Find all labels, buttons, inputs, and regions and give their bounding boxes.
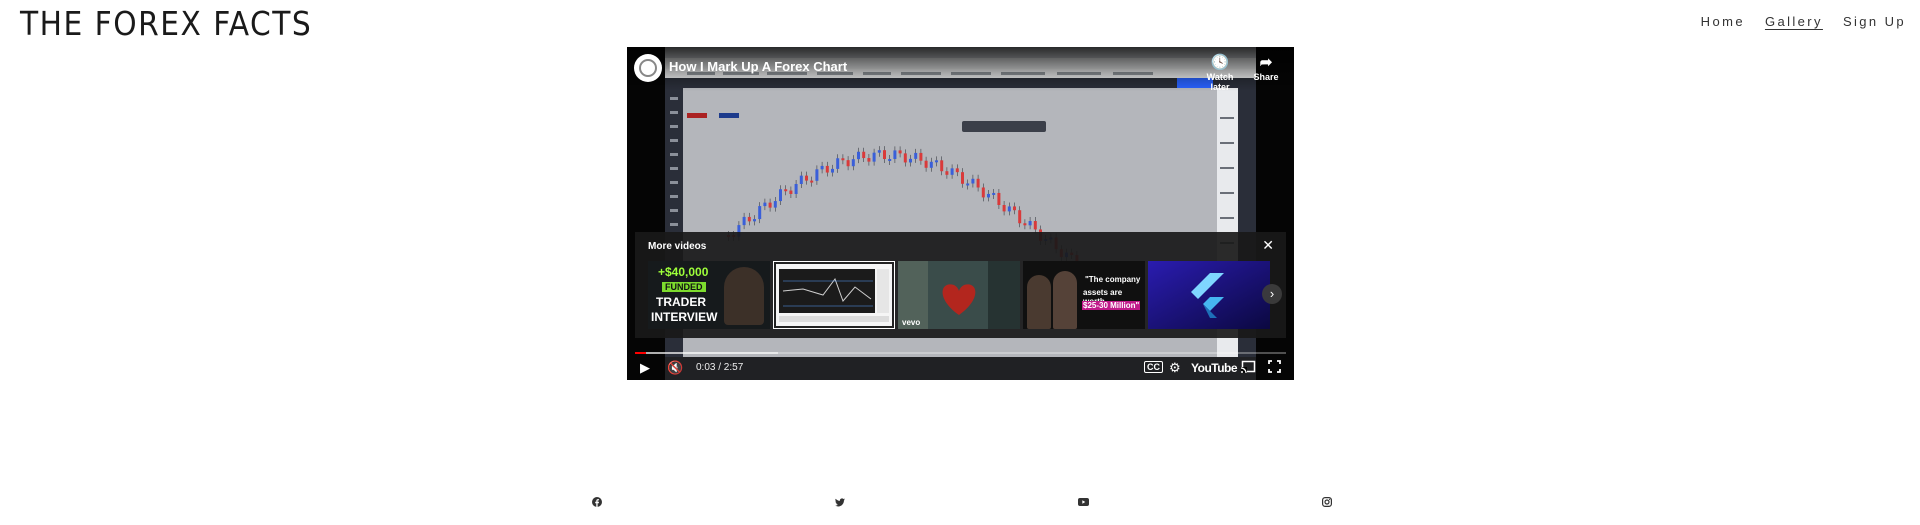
twitter-icon[interactable]	[832, 494, 848, 510]
thumbnail-text: INTERVIEW	[651, 310, 718, 324]
chart-image	[774, 262, 894, 328]
video-thumbnail[interactable]	[1148, 261, 1270, 329]
thumbnail-text: $25-30 Million"	[1082, 301, 1141, 310]
progress-played	[635, 352, 647, 354]
progress-bar[interactable]	[635, 352, 1286, 354]
video-top-bar: How I Mark Up A Forex Chart 🕓 Watch late…	[627, 47, 1294, 93]
thumbnail-text: vevo	[902, 318, 921, 327]
more-videos-title: More videos	[648, 241, 707, 252]
nav-gallery[interactable]: Gallery	[1765, 14, 1823, 29]
person-image	[1053, 271, 1077, 329]
facebook-icon[interactable]	[589, 494, 605, 510]
clock-icon: 🕓	[1210, 54, 1230, 71]
progress-buffered	[635, 352, 779, 354]
person-image	[724, 267, 764, 325]
watch-later-label: Watch later	[1206, 72, 1234, 92]
video-thumbnail[interactable]: +$40,000 FUNDED TRADER INTERVIEW	[648, 261, 770, 329]
video-thumbnail[interactable]: vevo	[898, 261, 1020, 329]
nav-sign-up[interactable]: Sign Up	[1843, 14, 1906, 29]
share-label: Share	[1253, 72, 1279, 82]
volume-muted-icon[interactable]: 🔇	[667, 360, 683, 376]
more-videos-panel: More videos ✕ +$40,000 FUNDED TRADER INT…	[635, 232, 1286, 338]
gear-icon[interactable]: ⚙	[1169, 360, 1181, 376]
site-title[interactable]: THE FOREX FACTS	[20, 4, 312, 43]
channel-avatar[interactable]	[634, 54, 662, 82]
main-nav: Home Gallery Sign Up	[1701, 14, 1906, 29]
thumbnail-text: FUNDED	[662, 282, 706, 292]
time-display: 0:03 / 2:57	[696, 362, 744, 373]
flutter-logo-image	[1148, 261, 1270, 329]
video-thumbnail[interactable]: "The company assets are worth $25-30 Mil…	[1023, 261, 1145, 329]
cc-icon[interactable]: CC	[1144, 361, 1163, 373]
person-image	[1027, 275, 1051, 329]
thumbnail-text: TRADER	[656, 295, 706, 309]
video-player[interactable]: How I Mark Up A Forex Chart 🕓 Watch late…	[627, 47, 1294, 380]
video-title[interactable]: How I Mark Up A Forex Chart	[669, 59, 847, 74]
more-videos-list: +$40,000 FUNDED TRADER INTERVIEW vevo "T…	[648, 261, 1286, 329]
cast-icon[interactable]	[1240, 360, 1256, 376]
video-thumbnail[interactable]	[773, 261, 895, 329]
chevron-right-icon[interactable]: ›	[1262, 284, 1282, 304]
instagram-icon[interactable]	[1319, 494, 1335, 510]
watch-later-button[interactable]: 🕓 Watch later	[1198, 54, 1242, 93]
nav-home[interactable]: Home	[1701, 14, 1745, 29]
close-icon[interactable]: ✕	[1262, 237, 1274, 254]
fullscreen-icon[interactable]	[1268, 360, 1281, 376]
share-button[interactable]: ➦ Share	[1244, 54, 1288, 83]
share-icon: ➦	[1259, 54, 1273, 71]
thumbnail-text: +$40,000	[658, 265, 709, 279]
youtube-logo[interactable]: YouTube	[1191, 361, 1238, 375]
thumbnail-text: "The company	[1085, 275, 1141, 284]
play-icon[interactable]: ▶	[640, 360, 650, 376]
youtube-icon[interactable]	[1075, 494, 1091, 510]
